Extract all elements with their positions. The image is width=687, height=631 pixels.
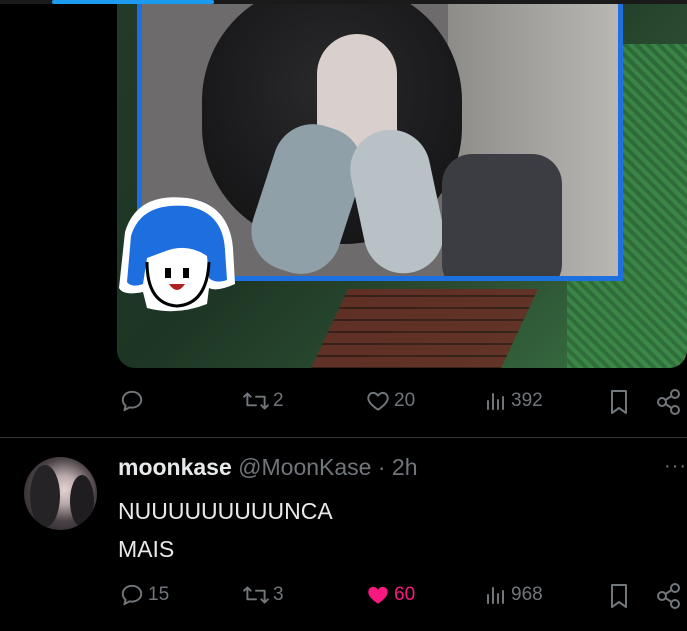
mascot-sticker	[119, 197, 235, 312]
views-button[interactable]: 968	[484, 582, 543, 608]
reply-count: 15	[148, 584, 170, 605]
share-icon	[657, 389, 680, 415]
timestamp[interactable]: 2h	[392, 454, 418, 480]
bookmark-icon	[611, 390, 627, 414]
views-icon	[487, 393, 504, 410]
like-count: 20	[394, 390, 416, 411]
share-icon	[657, 583, 680, 609]
bookmark-button[interactable]	[607, 388, 631, 416]
tweet1-action-bar: 2 20 392	[0, 388, 687, 418]
tweet-header: moonkase @MoonKase · 2h	[118, 454, 418, 481]
views-count: 968	[511, 584, 543, 605]
reply-button[interactable]: 15	[119, 582, 169, 608]
like-button[interactable]: 60	[365, 582, 415, 608]
user-handle[interactable]: @MoonKase	[238, 454, 371, 480]
separator: ·	[377, 454, 386, 480]
like-icon	[367, 391, 389, 411]
repost-button[interactable]: 2	[242, 388, 284, 414]
repost-button[interactable]: 3	[242, 582, 284, 608]
tweet2-action-bar: 15 3 60 968	[0, 582, 687, 612]
bookmark-button[interactable]	[607, 582, 631, 610]
repost-count: 2	[273, 390, 284, 411]
like-count: 60	[394, 584, 416, 605]
like-button[interactable]: 20	[365, 388, 415, 414]
bookmark-icon	[611, 584, 627, 608]
views-count: 392	[511, 390, 543, 411]
tweet-divider	[0, 437, 687, 438]
repost-icon	[243, 586, 269, 604]
repost-count: 3	[273, 584, 284, 605]
views-icon	[487, 587, 504, 604]
share-button[interactable]	[655, 582, 683, 610]
tweet-text-line: NUUUUUUUUUNCA	[118, 498, 333, 524]
avatar[interactable]	[24, 457, 97, 530]
more-icon[interactable]: ···	[664, 455, 687, 478]
reply-icon	[121, 584, 143, 606]
tweet-text-line: MAIS	[118, 536, 175, 562]
reply-button[interactable]	[119, 388, 148, 414]
tweet-text: NUUUUUUUUUNCA MAIS	[118, 492, 333, 568]
like-icon	[368, 586, 388, 604]
tweet-media-image[interactable]	[117, 4, 687, 368]
reply-icon	[121, 390, 143, 412]
views-button[interactable]: 392	[484, 388, 543, 414]
share-button[interactable]	[655, 388, 683, 416]
display-name[interactable]: moonkase	[118, 454, 232, 480]
repost-icon	[243, 392, 269, 410]
